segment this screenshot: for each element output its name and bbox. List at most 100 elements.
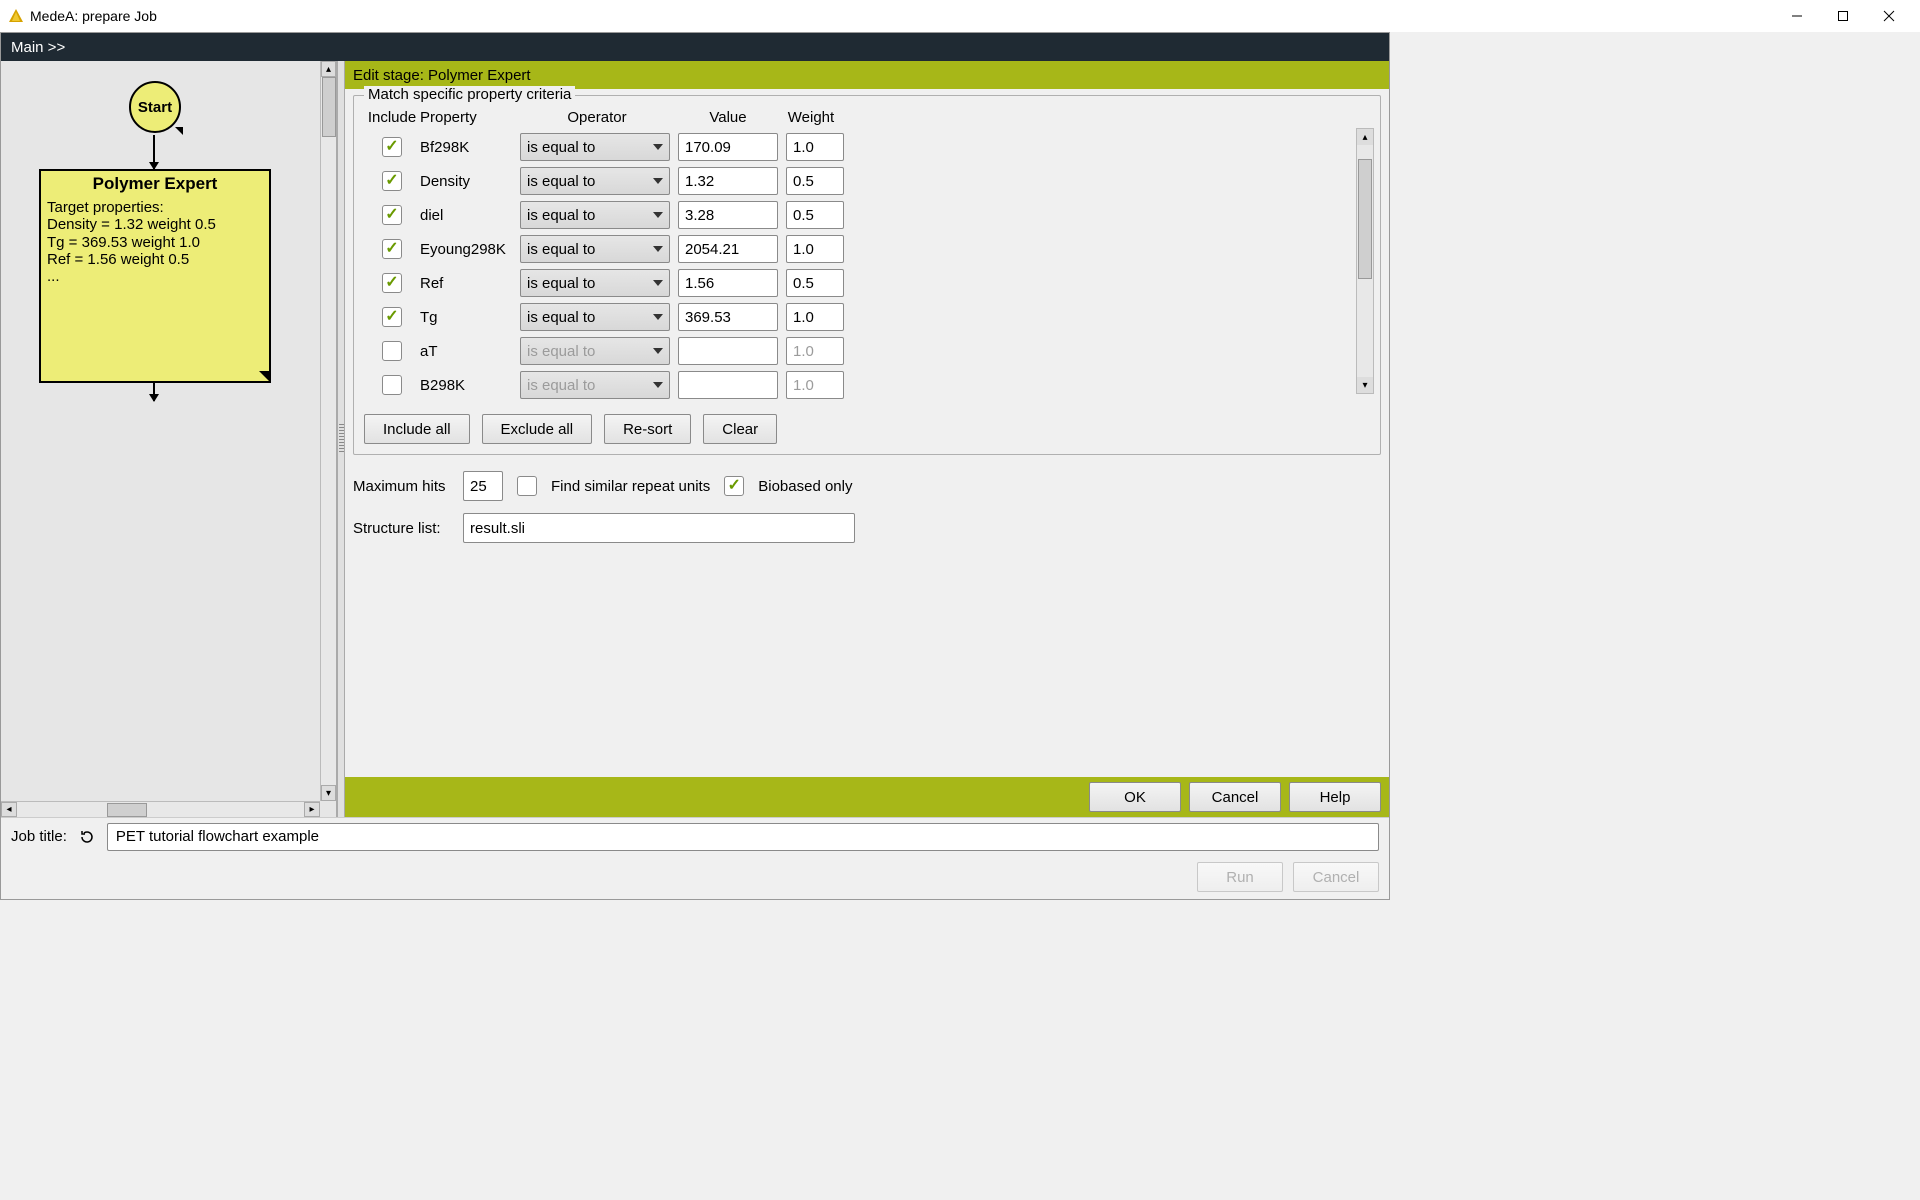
run-button[interactable]: Run	[1197, 862, 1283, 892]
value-input[interactable]: 2054.21	[678, 235, 778, 263]
scroll-track[interactable]	[17, 802, 304, 817]
include-checkbox[interactable]	[382, 137, 402, 157]
operator-dropdown[interactable]: is equal to	[520, 201, 670, 229]
canvas-vertical-scrollbar[interactable]: ▴ ▾	[320, 61, 336, 801]
include-checkbox[interactable]	[382, 171, 402, 191]
property-name: Tg	[420, 309, 520, 326]
resort-button[interactable]: Re-sort	[604, 414, 691, 444]
clear-button[interactable]: Clear	[703, 414, 777, 444]
header-operator: Operator	[520, 109, 674, 126]
help-button[interactable]: Help	[1289, 782, 1381, 812]
operator-dropdown[interactable]: is equal to	[520, 337, 670, 365]
include-checkbox[interactable]	[382, 375, 402, 395]
operator-dropdown[interactable]: is equal to	[520, 133, 670, 161]
weight-input[interactable]: 0.5	[786, 201, 844, 229]
options-row-2: Structure list: result.sli	[353, 513, 1381, 543]
job-title-bar: Job title: PET tutorial flowchart exampl…	[1, 817, 1389, 855]
weight-input[interactable]: 0.5	[786, 269, 844, 297]
minimize-button[interactable]	[1774, 0, 1820, 32]
stage-node-content: Target properties: Density = 1.32 weight…	[41, 197, 269, 287]
include-checkbox[interactable]	[382, 273, 402, 293]
resize-handle-icon[interactable]	[259, 371, 271, 383]
ok-button[interactable]: OK	[1089, 782, 1181, 812]
value-input[interactable]	[678, 337, 778, 365]
criteria-row: B298Kis equal to1.0	[364, 368, 1350, 402]
criteria-button-row: Include all Exclude all Re-sort Clear	[364, 414, 1350, 444]
include-checkbox[interactable]	[382, 239, 402, 259]
biobased-checkbox[interactable]	[724, 476, 744, 496]
operator-dropdown[interactable]: is equal to	[520, 371, 670, 399]
scroll-down-icon[interactable]: ▾	[1357, 377, 1373, 393]
header-property: Property	[420, 109, 520, 126]
criteria-vertical-scrollbar[interactable]: ▴ ▾	[1356, 128, 1374, 394]
max-hits-label: Maximum hits	[353, 478, 449, 495]
value-input[interactable]: 3.28	[678, 201, 778, 229]
chevron-down-icon	[653, 178, 663, 184]
value-input[interactable]	[678, 371, 778, 399]
reset-job-title-button[interactable]	[77, 827, 97, 847]
chevron-down-icon	[653, 348, 663, 354]
operator-dropdown[interactable]: is equal to	[520, 167, 670, 195]
criteria-row: aTis equal to1.0	[364, 334, 1350, 368]
scroll-right-icon[interactable]: ▸	[304, 802, 320, 817]
property-name: diel	[420, 207, 520, 224]
scroll-thumb[interactable]	[322, 77, 336, 137]
stage-node-polymer-expert[interactable]: Polymer Expert Target properties: Densit…	[39, 169, 271, 383]
flowchart-canvas[interactable]: Start Polymer Expert Target properties: …	[1, 61, 336, 817]
app-frame: Main >> Start Polymer Expert Target prop…	[0, 32, 1390, 900]
criteria-scroll-area: Include Property Operator Value Weight B…	[364, 104, 1374, 444]
value-input[interactable]: 369.53	[678, 303, 778, 331]
chevron-down-icon	[653, 280, 663, 286]
footer-bar: Run Cancel	[1, 855, 1389, 899]
scroll-down-icon[interactable]: ▾	[321, 785, 336, 801]
footer-cancel-button[interactable]: Cancel	[1293, 862, 1379, 892]
scroll-thumb[interactable]	[107, 803, 147, 817]
breadcrumb[interactable]: Main >>	[11, 39, 65, 56]
panel-splitter[interactable]	[337, 61, 345, 817]
include-checkbox[interactable]	[382, 341, 402, 361]
weight-input[interactable]: 1.0	[786, 235, 844, 263]
edit-stage-title: Edit stage: Polymer Expert	[353, 67, 531, 84]
canvas-horizontal-scrollbar[interactable]: ◂ ▸	[1, 801, 320, 817]
property-name: Eyoung298K	[420, 241, 520, 258]
include-checkbox[interactable]	[382, 205, 402, 225]
property-name: Density	[420, 173, 520, 190]
weight-input[interactable]: 1.0	[786, 371, 844, 399]
weight-input[interactable]: 0.5	[786, 167, 844, 195]
value-input[interactable]: 1.56	[678, 269, 778, 297]
resize-handle-icon[interactable]	[175, 127, 183, 135]
value-input[interactable]: 170.09	[678, 133, 778, 161]
operator-dropdown[interactable]: is equal to	[520, 303, 670, 331]
operator-value: is equal to	[527, 343, 595, 360]
max-hits-input[interactable]: 25	[463, 471, 503, 501]
chevron-down-icon	[653, 314, 663, 320]
structure-list-input[interactable]: result.sli	[463, 513, 855, 543]
criteria-row: Tgis equal to 369.53 1.0	[364, 300, 1350, 334]
start-node[interactable]: Start	[129, 81, 181, 133]
weight-input[interactable]: 1.0	[786, 303, 844, 331]
scroll-thumb[interactable]	[1358, 159, 1372, 279]
value-input[interactable]: 1.32	[678, 167, 778, 195]
weight-input[interactable]: 1.0	[786, 133, 844, 161]
scroll-up-icon[interactable]: ▴	[1357, 129, 1373, 145]
close-button[interactable]	[1866, 0, 1912, 32]
weight-input[interactable]: 1.0	[786, 337, 844, 365]
maximize-button[interactable]	[1820, 0, 1866, 32]
job-title-input[interactable]: PET tutorial flowchart example	[107, 823, 1379, 851]
property-name: Ref	[420, 275, 520, 292]
include-all-button[interactable]: Include all	[364, 414, 470, 444]
include-checkbox[interactable]	[382, 307, 402, 327]
header-weight: Weight	[782, 109, 840, 126]
find-similar-checkbox[interactable]	[517, 476, 537, 496]
operator-dropdown[interactable]: is equal to	[520, 235, 670, 263]
operator-value: is equal to	[527, 241, 595, 258]
structure-list-label: Structure list:	[353, 520, 449, 537]
header-include: Include	[364, 109, 420, 126]
scroll-up-icon[interactable]: ▴	[321, 61, 336, 77]
scroll-left-icon[interactable]: ◂	[1, 802, 17, 817]
cancel-button[interactable]: Cancel	[1189, 782, 1281, 812]
operator-value: is equal to	[527, 173, 595, 190]
operator-dropdown[interactable]: is equal to	[520, 269, 670, 297]
exclude-all-button[interactable]: Exclude all	[482, 414, 593, 444]
criteria-row: Eyoung298K is equal to 2054.21 1.0	[364, 232, 1350, 266]
